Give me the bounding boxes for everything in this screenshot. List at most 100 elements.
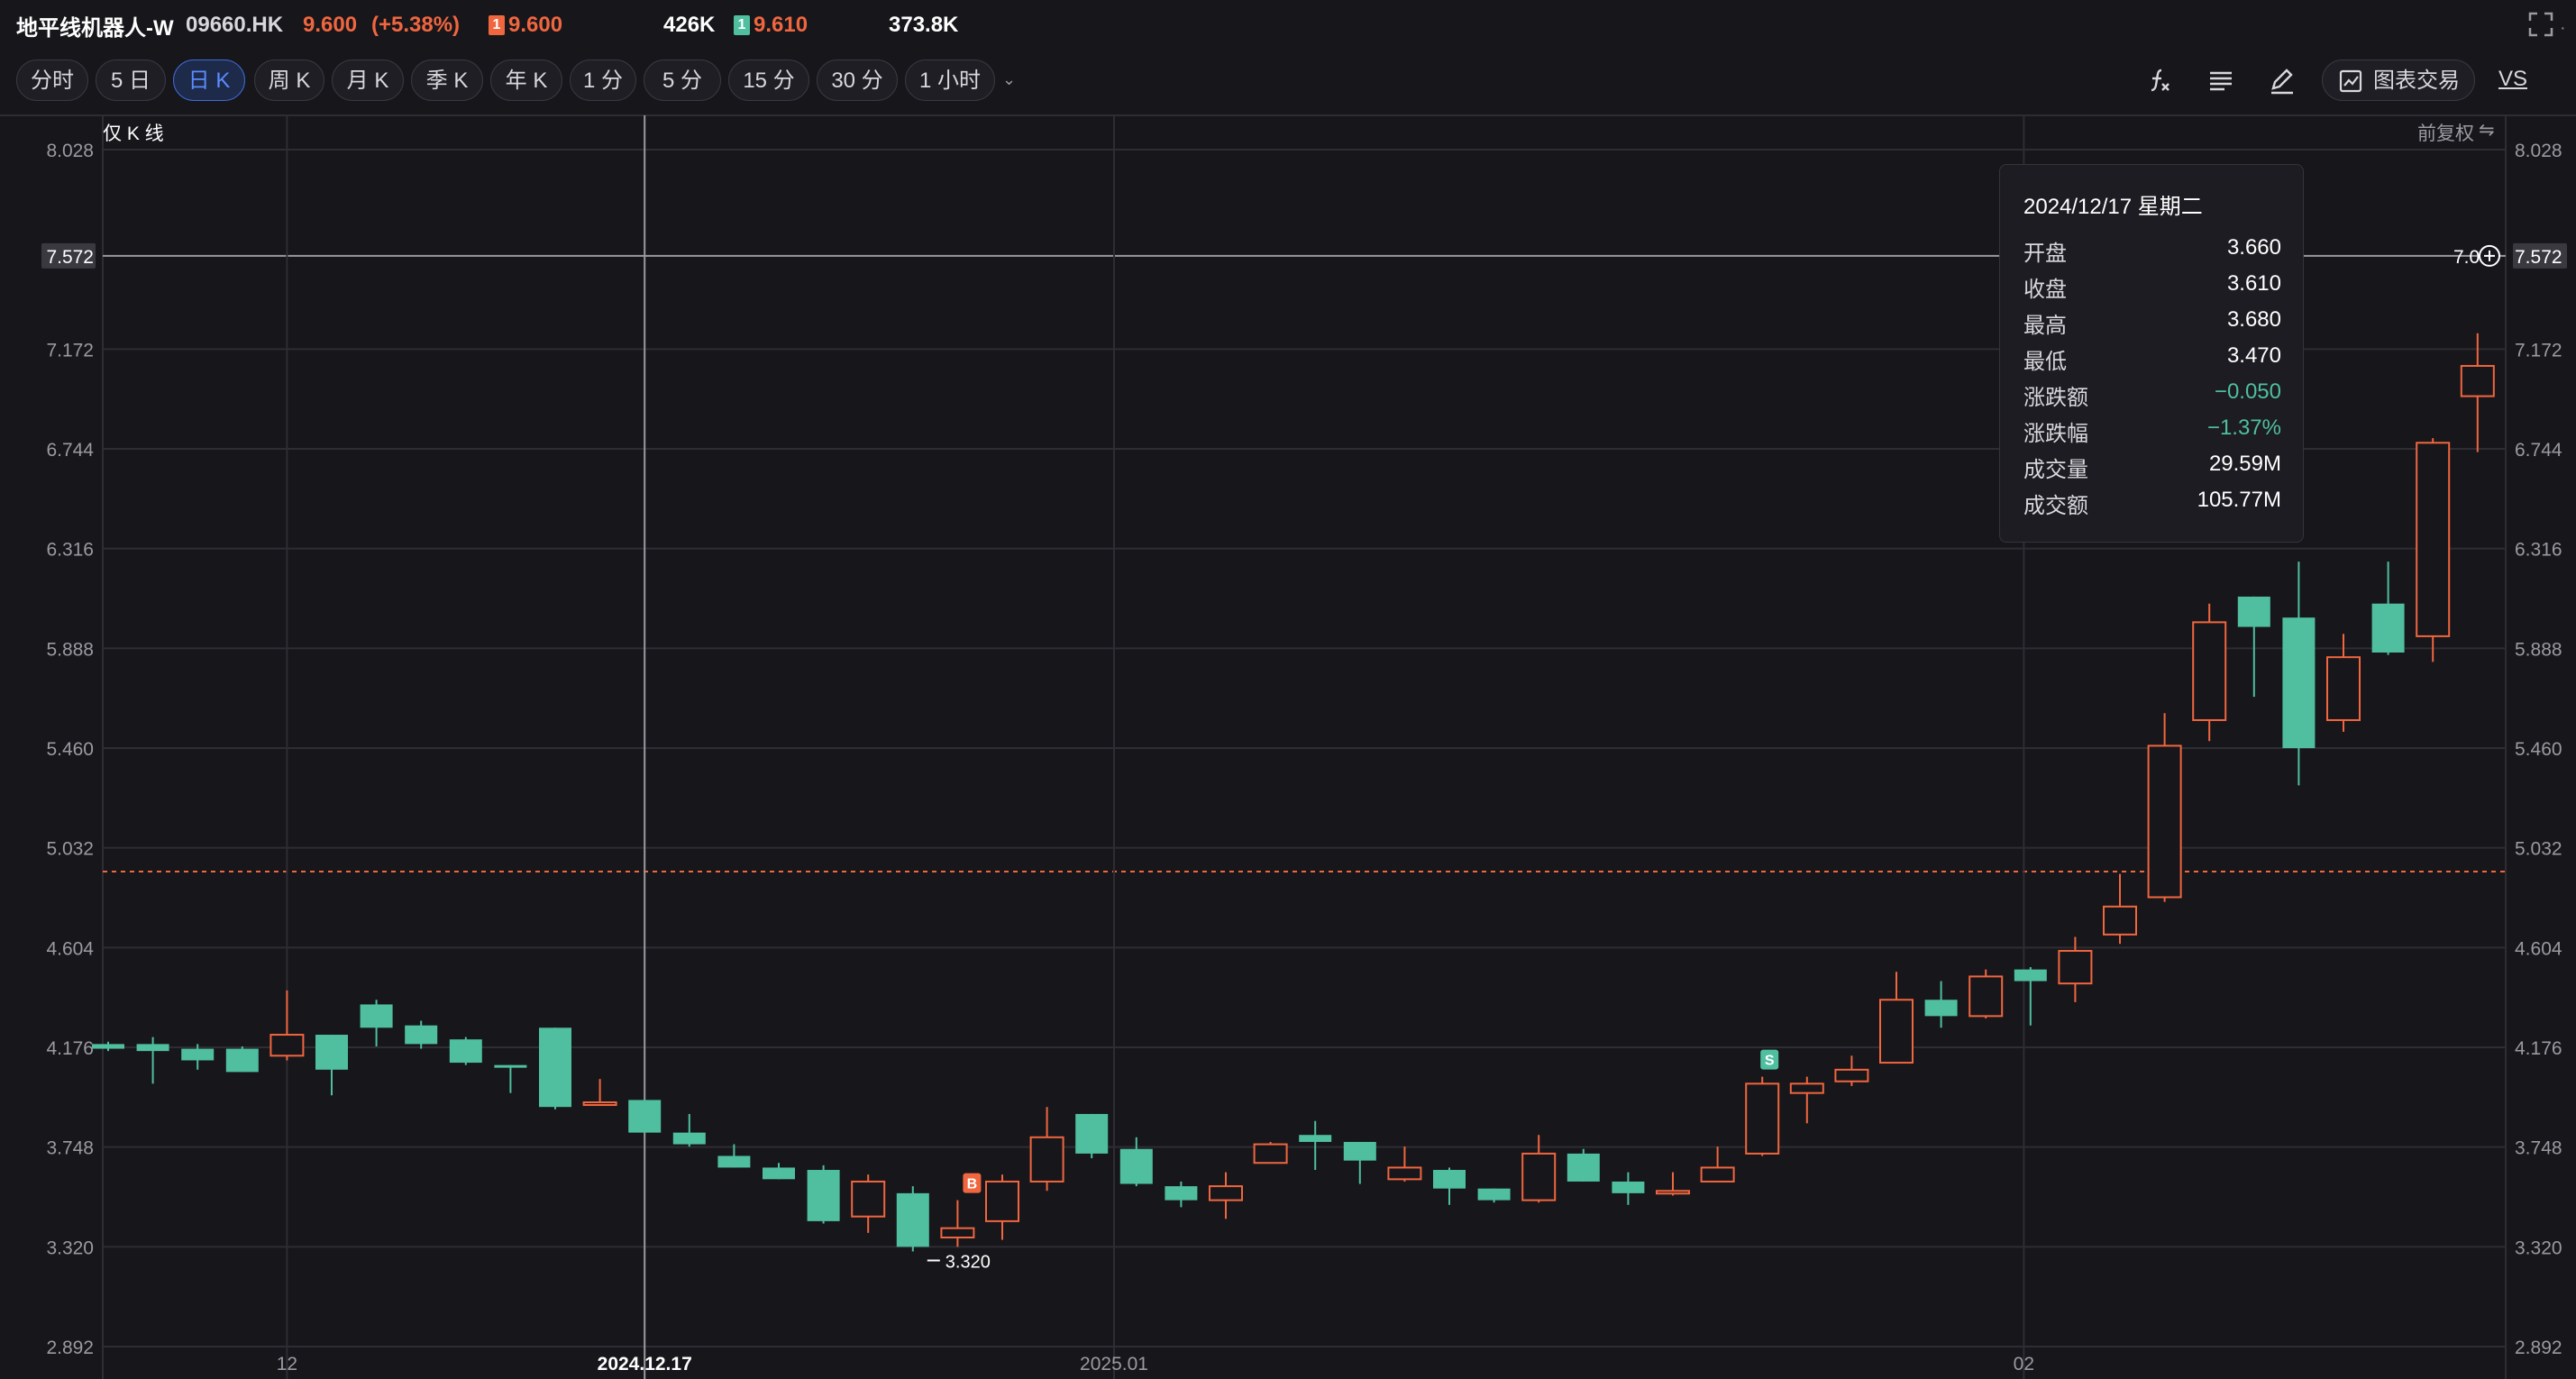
y-tick-label: 8.028 <box>2515 141 2562 161</box>
tooltip-row-label: 成交量 <box>2023 458 2088 482</box>
tooltip-row-value: −1.37% <box>2206 416 2281 440</box>
candle-body-down <box>2014 969 2047 982</box>
y-tick-label: 7.572 <box>2515 247 2562 268</box>
tooltip-row-label: 最低 <box>2023 350 2067 374</box>
y-tick-label: 3.320 <box>46 1237 94 1258</box>
candle-body-down <box>1075 1113 1109 1154</box>
candle-body-down <box>494 1064 527 1068</box>
candle-body-down <box>2237 596 2270 627</box>
y-tick-label: 3.320 <box>2515 1237 2562 1258</box>
tooltip-row-value: 3.470 <box>2226 343 2281 368</box>
adjust-price-label[interactable]: 前复权 <box>2417 119 2474 146</box>
tooltip-row-label: 收盘 <box>2023 278 2067 302</box>
candle-body-down <box>1612 1181 1645 1193</box>
candle-body-down <box>1119 1148 1153 1184</box>
candle-body-down <box>405 1025 438 1045</box>
y-tick-label: 6.744 <box>2515 440 2562 461</box>
candle-body-up <box>985 1180 1019 1222</box>
y-tick-label: 3.748 <box>2515 1138 2562 1159</box>
candle-body-up <box>940 1227 975 1238</box>
candle-body-down <box>763 1167 795 1180</box>
tooltip-row-value: −0.050 <box>2214 379 2281 404</box>
candle-body-up <box>1789 1082 1824 1094</box>
candle-body-down <box>449 1039 482 1064</box>
candle-body-down <box>539 1027 571 1108</box>
candle-body-down <box>1299 1135 1332 1142</box>
candle-body-up <box>1209 1185 1243 1201</box>
candle-body-up <box>2103 905 2137 936</box>
candle-body-up <box>2147 744 2182 899</box>
candle-body-up <box>2460 364 2495 397</box>
y-tick-label: 5.460 <box>2515 739 2562 760</box>
candle-body-down <box>717 1155 751 1168</box>
y-tick-label: 6.744 <box>46 440 94 461</box>
candle-body-down <box>2371 603 2405 653</box>
candle-body-down <box>896 1192 929 1247</box>
tooltip-row-value: 3.660 <box>2226 235 2281 260</box>
tooltip-row-label: 涨跌额 <box>2023 386 2088 410</box>
candle-body-down <box>628 1100 662 1133</box>
y-tick-label: 7.172 <box>46 340 94 361</box>
tooltip-row: 开盘 3.660 <box>2023 235 2281 266</box>
tooltip-row-label: 最高 <box>2023 314 2067 338</box>
candle-body-down <box>1477 1188 1511 1201</box>
tooltip-row-value: 3.680 <box>2226 307 2281 332</box>
candle-body-up <box>269 1034 305 1057</box>
tooltip-row-label: 开盘 <box>2023 242 2067 266</box>
y-tick-label: 8.028 <box>46 141 94 161</box>
tooltip-date: 2024/12/17 星期二 <box>2023 195 2203 219</box>
candle-body-up <box>1253 1143 1288 1164</box>
candle-body-up <box>1879 999 1914 1064</box>
only-k-line-label[interactable]: 仅 K 线 <box>103 119 164 146</box>
y-tick-label: 5.888 <box>46 639 94 660</box>
candle-body-down <box>1433 1170 1466 1189</box>
y-tick-label: 7.172 <box>2515 340 2562 361</box>
y-tick-label: 3.748 <box>46 1138 94 1159</box>
y-tick-label: 5.032 <box>46 839 94 860</box>
candle-body-down <box>92 1044 124 1049</box>
candle-body-up <box>2326 656 2361 721</box>
candle-body-up <box>1387 1166 1422 1181</box>
candle-body-down <box>807 1170 840 1221</box>
x-tick-label: 2024.12.17 <box>598 1354 692 1374</box>
candle-body-up <box>1834 1068 1869 1082</box>
y-tick-label: 2.892 <box>46 1338 94 1358</box>
y-tick-label: 5.032 <box>2515 839 2562 860</box>
candle-body-up <box>2416 442 2451 637</box>
candle-body-up <box>1029 1136 1064 1183</box>
candle-body-up <box>2058 949 2093 985</box>
tooltip-row-label: 涨跌幅 <box>2023 422 2088 446</box>
tooltip-row: 最低 3.470 <box>2023 343 2281 374</box>
low-marker-value: 3.320 <box>945 1253 991 1273</box>
tooltip-row: 最高 3.680 <box>2023 307 2281 338</box>
swap-icon[interactable]: ⇋ <box>2479 119 2495 142</box>
y-tick-label: 2.892 <box>2515 1338 2562 1358</box>
candle-body-up <box>582 1101 617 1107</box>
candle-body-down <box>672 1132 706 1145</box>
buy-marker-label: B <box>967 1177 978 1192</box>
crosshair-cursor-value: 7.0 <box>2453 247 2480 268</box>
candle-body-up <box>1745 1082 1780 1155</box>
candle-body-up <box>1521 1152 1557 1201</box>
candle-body-up <box>851 1180 886 1218</box>
y-tick-label: 5.888 <box>2515 639 2562 660</box>
y-tick-label: 5.460 <box>46 739 94 760</box>
y-tick-label: 4.176 <box>2515 1038 2562 1059</box>
candle-body-down <box>225 1048 259 1073</box>
candle-body-down <box>2282 617 2316 748</box>
candle-body-down <box>181 1048 215 1061</box>
tooltip-row: 成交额 105.77M <box>2023 488 2281 518</box>
candle-body-up <box>1700 1166 1735 1183</box>
tooltip-row: 涨跌额 −0.050 <box>2023 379 2281 410</box>
tooltip-row: 涨跌幅 −1.37% <box>2023 416 2281 446</box>
candle-body-down <box>315 1035 348 1070</box>
x-tick-label: 12 <box>277 1354 297 1374</box>
candle-body-down <box>1924 1000 1958 1017</box>
sell-marker-label: S <box>1765 1054 1775 1069</box>
candle-body-down <box>1567 1153 1600 1182</box>
tooltip-row: 成交量 29.59M <box>2023 452 2281 482</box>
candle-body-down <box>1165 1186 1198 1201</box>
candle-body-up <box>2192 621 2227 721</box>
tooltip-row-value: 105.77M <box>2197 488 2281 512</box>
y-tick-label: 7.572 <box>46 247 94 268</box>
